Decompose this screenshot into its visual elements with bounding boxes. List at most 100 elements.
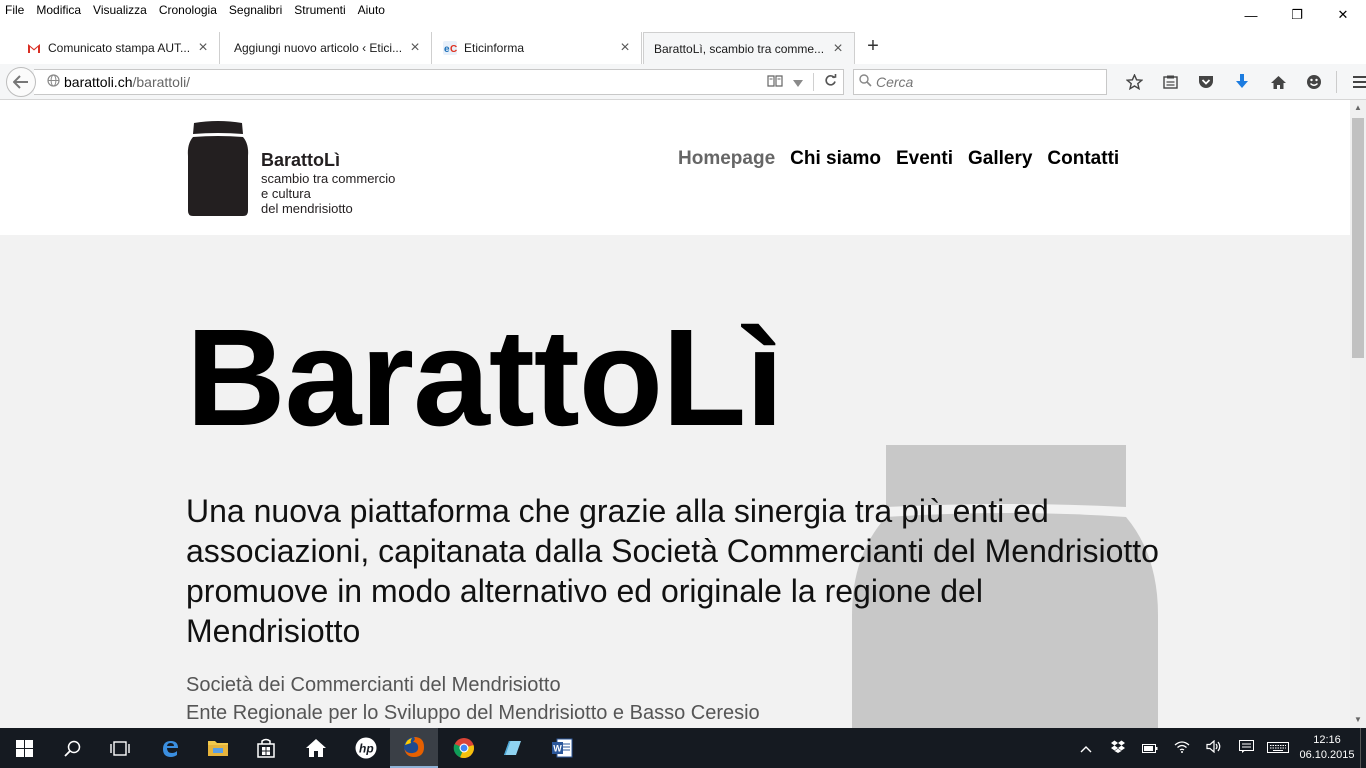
logo-text: BarattoLì scambio tra commercio e cultur… bbox=[261, 150, 395, 218]
globe-icon bbox=[42, 74, 64, 90]
word-icon[interactable]: W bbox=[538, 728, 586, 768]
url-tools bbox=[767, 70, 837, 94]
new-tab-button[interactable]: + bbox=[862, 36, 884, 58]
tab-wordpress[interactable]: Aggiungi nuovo articolo ‹ Etici... × bbox=[220, 32, 432, 64]
windows-start-icon[interactable] bbox=[0, 728, 48, 768]
close-icon[interactable]: × bbox=[195, 39, 211, 57]
battery-icon[interactable] bbox=[1134, 741, 1166, 756]
svg-text:hp: hp bbox=[359, 742, 374, 756]
scroll-down-arrow-icon[interactable]: ▼ bbox=[1350, 712, 1366, 728]
hp-icon[interactable]: hp bbox=[342, 728, 390, 768]
task-view-icon[interactable] bbox=[96, 728, 144, 768]
eticinforma-icon: eC bbox=[442, 40, 458, 56]
reload-icon[interactable] bbox=[824, 74, 837, 90]
menu-bar: File Modifica Visualizza Cronologia Segn… bbox=[0, 0, 1366, 20]
hero-section: BarattoLì Una nuova piattaforma che graz… bbox=[0, 235, 1350, 728]
home-icon[interactable] bbox=[292, 728, 340, 768]
restore-button[interactable]: ❐ bbox=[1274, 0, 1320, 30]
url-host: barattoli.ch bbox=[64, 74, 133, 90]
nav-chi-siamo[interactable]: Chi siamo bbox=[790, 148, 881, 170]
clock-date: 06.10.2015 bbox=[1299, 749, 1355, 761]
url-divider bbox=[813, 73, 814, 91]
menu-modifica[interactable]: Modifica bbox=[30, 0, 87, 20]
edge-browser-icon[interactable] bbox=[146, 728, 194, 768]
gmail-icon bbox=[26, 40, 42, 56]
site-header: BarattoLì scambio tra commercio e cultur… bbox=[0, 100, 1350, 235]
toolbar-divider bbox=[1336, 71, 1337, 93]
system-tray: 12:16 06.10.2015 bbox=[1070, 728, 1366, 768]
scroll-up-arrow-icon[interactable]: ▲ bbox=[1350, 100, 1366, 116]
close-window-button[interactable]: ✕ bbox=[1320, 0, 1366, 30]
reader-view-icon[interactable] bbox=[767, 74, 783, 90]
nav-contatti[interactable]: Contatti bbox=[1047, 148, 1119, 170]
page-viewport: BarattoLì scambio tra commercio e cultur… bbox=[0, 100, 1350, 728]
dropbox-icon[interactable] bbox=[1102, 740, 1134, 756]
bookmark-star-icon[interactable] bbox=[1116, 70, 1152, 94]
tab-title: Comunicato stampa AUT... bbox=[48, 41, 191, 55]
tab-barattoli[interactable]: BarattoLì, scambio tra comme... × bbox=[643, 32, 855, 64]
nav-eventi[interactable]: Eventi bbox=[896, 148, 953, 170]
store-icon[interactable] bbox=[242, 728, 290, 768]
tab-eticinforma[interactable]: eC Eticinforma × bbox=[432, 32, 642, 64]
window-controls: — ❐ ✕ bbox=[1228, 0, 1366, 30]
url-text: barattoli.ch/barattoli/ bbox=[64, 74, 190, 90]
search-bar[interactable]: Cerca bbox=[853, 69, 1107, 95]
logo-tagline-3: del mendrisiotto bbox=[261, 201, 353, 216]
url-path: /barattoli/ bbox=[132, 74, 191, 90]
file-explorer-icon[interactable] bbox=[194, 728, 242, 768]
minimize-button[interactable]: — bbox=[1228, 0, 1274, 30]
logo-name: BarattoLì bbox=[261, 150, 341, 170]
firefox-icon[interactable] bbox=[390, 728, 438, 768]
search-icon bbox=[854, 74, 876, 90]
chrome-icon[interactable] bbox=[440, 728, 488, 768]
back-button[interactable] bbox=[6, 67, 36, 97]
scroll-thumb[interactable] bbox=[1352, 118, 1364, 358]
menu-visualizza[interactable]: Visualizza bbox=[87, 0, 153, 20]
tab-title: Aggiungi nuovo articolo ‹ Etici... bbox=[234, 41, 403, 55]
tab-title: Eticinforma bbox=[464, 41, 525, 55]
download-icon[interactable] bbox=[1224, 70, 1260, 94]
notes-app-icon[interactable] bbox=[488, 728, 536, 768]
svg-text:C: C bbox=[450, 44, 457, 55]
nav-gallery[interactable]: Gallery bbox=[968, 148, 1032, 170]
menu-strumenti[interactable]: Strumenti bbox=[288, 0, 351, 20]
main-navigation: Homepage Chi siamo Eventi Gallery Contat… bbox=[678, 148, 1119, 170]
clock-time: 12:16 bbox=[1313, 734, 1341, 746]
jar-logo-icon bbox=[187, 121, 249, 216]
nav-homepage[interactable]: Homepage bbox=[678, 148, 775, 170]
chevron-up-icon[interactable] bbox=[1070, 741, 1102, 756]
bookmarks-list-icon[interactable] bbox=[1152, 70, 1188, 94]
menu-aiuto[interactable]: Aiuto bbox=[352, 0, 391, 20]
hello-smiley-icon[interactable] bbox=[1296, 70, 1332, 94]
pocket-icon[interactable] bbox=[1188, 70, 1224, 94]
hamburger-menu-icon[interactable] bbox=[1341, 70, 1366, 94]
url-bar[interactable]: barattoli.ch/barattoli/ bbox=[34, 69, 844, 95]
volume-icon[interactable] bbox=[1198, 739, 1230, 756]
search-placeholder: Cerca bbox=[876, 74, 914, 90]
system-clock[interactable]: 12:16 06.10.2015 bbox=[1294, 733, 1360, 763]
close-icon[interactable]: × bbox=[830, 40, 846, 58]
home-icon[interactable] bbox=[1260, 70, 1296, 94]
toolbar-icons bbox=[1116, 70, 1366, 94]
dropdown-arrow-icon[interactable] bbox=[793, 75, 803, 90]
close-icon[interactable]: × bbox=[407, 39, 423, 57]
menu-file[interactable]: File bbox=[0, 0, 30, 20]
site-logo[interactable]: BarattoLì scambio tra commercio e cultur… bbox=[186, 120, 395, 218]
partner-ente-regionale[interactable]: Ente Regionale per lo Sviluppo del Mendr… bbox=[186, 699, 760, 727]
back-arrow-icon bbox=[13, 75, 28, 89]
navigation-toolbar: barattoli.ch/barattoli/ Cerca bbox=[0, 64, 1366, 100]
close-icon[interactable]: × bbox=[617, 39, 633, 57]
action-center-icon[interactable] bbox=[1230, 740, 1262, 756]
search-icon[interactable] bbox=[48, 728, 96, 768]
tab-gmail[interactable]: Comunicato stampa AUT... × bbox=[16, 32, 220, 64]
svg-text:W: W bbox=[553, 744, 562, 754]
windows-taskbar: hp W 12:16 06.10.2015 bbox=[0, 728, 1366, 768]
menu-cronologia[interactable]: Cronologia bbox=[153, 0, 223, 20]
page-scrollbar[interactable]: ▲ ▼ bbox=[1350, 100, 1366, 728]
partner-commercianti[interactable]: Società dei Commercianti del Mendrisiott… bbox=[186, 671, 561, 699]
hero-lead: Una nuova piattaforma che grazie alla si… bbox=[186, 493, 1159, 649]
keyboard-icon[interactable] bbox=[1262, 741, 1294, 756]
wifi-icon[interactable] bbox=[1166, 740, 1198, 756]
show-desktop-button[interactable] bbox=[1360, 728, 1366, 768]
menu-segnalibri[interactable]: Segnalibri bbox=[223, 0, 288, 20]
